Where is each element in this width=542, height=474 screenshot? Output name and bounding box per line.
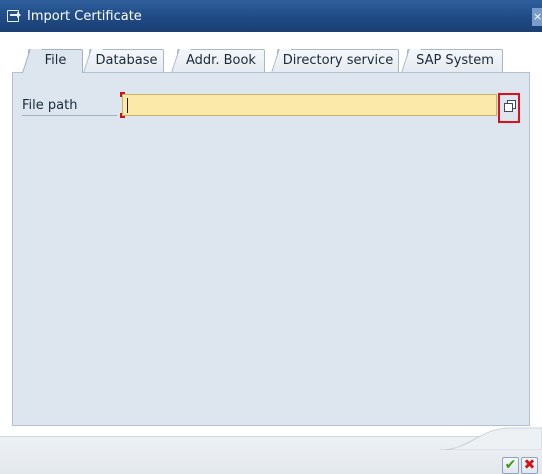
tab-label: Database [95,53,158,68]
footer-decoration [440,427,542,450]
title-bar: Import Certificate × [0,0,542,32]
tab-directory-service[interactable]: Directory service [271,49,399,73]
tab-label: Addr. Book [186,53,256,68]
tab-label: Directory service [282,53,394,68]
tab-strip: File Database Addr. Book Directory servi… [0,32,542,73]
ok-button[interactable]: ✔ [502,457,519,474]
tab-addr-book[interactable]: Addr. Book [171,49,265,73]
tab-database[interactable]: Database [83,49,164,73]
text-cursor [127,98,128,113]
tab-sap-system[interactable]: SAP System [401,49,503,73]
footer: ✔ ✖ [0,426,542,474]
tab-label: File [44,53,67,68]
window-title: Import Certificate [27,8,142,24]
import-icon [7,9,22,23]
close-button[interactable]: × [532,8,542,26]
browse-button[interactable] [498,93,520,123]
tab-content-panel [12,72,530,426]
tab-label: SAP System [416,53,494,68]
file-path-label: File path [22,96,117,116]
browse-file-icon [504,100,516,113]
file-path-input[interactable] [122,94,497,116]
tab-file[interactable]: File [22,49,83,73]
cancel-button[interactable]: ✖ [521,457,538,474]
